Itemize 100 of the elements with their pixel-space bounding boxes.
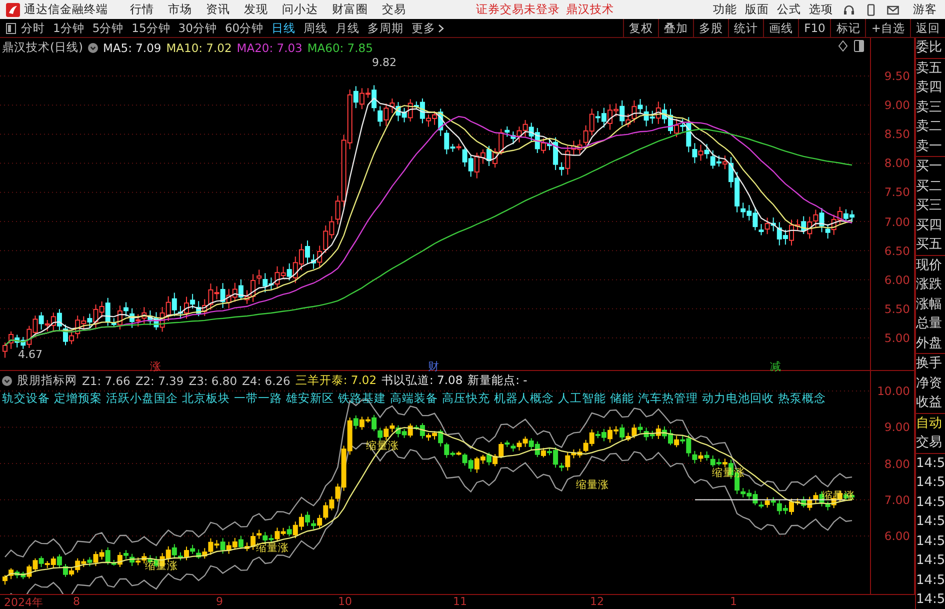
quote-label: 卖五	[916, 60, 943, 78]
price-tick: 5.50	[883, 302, 910, 316]
indicator-value: Z1: 7.66	[82, 374, 130, 388]
concept-tag[interactable]: 高压快充	[442, 391, 490, 406]
indicator-value: 三羊开泰: 7.02	[295, 373, 377, 388]
quote-label: 收益	[916, 394, 943, 412]
concept-tag[interactable]: 定增预案	[54, 391, 102, 406]
menu-item[interactable]: 财富圈	[332, 2, 368, 17]
price-tick: 6.50	[883, 244, 910, 258]
concept-tag[interactable]: 人工智能	[558, 391, 606, 406]
event-mark[interactable]: 减	[770, 359, 781, 374]
mail-icon[interactable]	[887, 4, 899, 16]
stock-name: 鼎汉技术	[566, 2, 614, 17]
menu-item[interactable]: 版面	[745, 2, 769, 17]
dropdown-icon[interactable]	[88, 42, 98, 52]
period-tab[interactable]: 30分钟	[178, 20, 217, 36]
quote-label: 买三	[916, 197, 943, 215]
concept-tag[interactable]: 轨交设备	[2, 391, 50, 406]
toolbar-button[interactable]: 多股	[693, 19, 728, 37]
user-label[interactable]: 游客	[913, 2, 937, 17]
quote-label: 外盘	[916, 334, 943, 352]
quote-label: 买一	[916, 158, 943, 176]
toolbar-button[interactable]: F10	[798, 19, 830, 37]
menu-item[interactable]: 问小达	[282, 2, 318, 17]
toolbar-button[interactable]: 画线	[763, 19, 798, 37]
trade-time: 14:5	[916, 572, 945, 590]
period-tab[interactable]: 周线	[304, 20, 328, 36]
toolbar-button[interactable]: +自选	[865, 19, 910, 37]
diamond-icon[interactable]	[838, 40, 848, 52]
auto-trade-toggle[interactable]: 自动	[916, 414, 945, 433]
quote-label: 卖一	[916, 138, 943, 156]
toolbar-button[interactable]: 统计	[728, 19, 764, 37]
period-tab[interactable]: 多周期	[368, 20, 404, 36]
period-tab[interactable]: 月线	[336, 20, 360, 36]
toolbar-button[interactable]: 标记	[830, 19, 866, 37]
more-button[interactable]: 更多	[412, 20, 436, 36]
quote-label: 卖二	[916, 118, 943, 136]
menu-item[interactable]: 功能	[713, 2, 737, 17]
price-tick: 8.50	[883, 127, 910, 142]
quote-label: 买五	[916, 236, 943, 254]
trade-time: 14:5	[916, 513, 945, 531]
dropdown-icon[interactable]	[2, 376, 12, 386]
chevron-right-icon[interactable]	[438, 24, 444, 32]
panel-toggle-icon[interactable]	[6, 22, 16, 34]
menu-item[interactable]: 行情	[130, 2, 154, 17]
menu-item[interactable]: 资讯	[206, 2, 230, 17]
signal-label: 缩量涨	[576, 478, 609, 492]
ma-value: MA10: 7.02	[166, 40, 232, 54]
period-tab[interactable]: 分时	[21, 20, 45, 36]
price-tick: 9.00	[883, 98, 910, 112]
date-label: 10	[338, 595, 352, 608]
concept-tag[interactable]: 雄安新区	[286, 391, 334, 406]
concept-tag[interactable]: 北京板块	[182, 391, 230, 406]
menu-item[interactable]: 交易	[382, 2, 406, 17]
headset-icon[interactable]	[843, 4, 855, 16]
date-label: 1	[730, 595, 737, 608]
period-tab[interactable]: 1分钟	[53, 20, 84, 36]
quote-label: 净资	[916, 374, 943, 392]
toolbar-button[interactable]: 返回	[910, 19, 945, 37]
price-annotation: 9.82	[372, 56, 396, 69]
event-mark[interactable]: 涨	[150, 359, 161, 374]
login-notice[interactable]: 证券交易未登录	[476, 2, 560, 17]
menu-item[interactable]: 发现	[244, 2, 268, 17]
price-tick: 8.00	[883, 456, 910, 470]
concept-tag[interactable]: 活跃小盘国企	[106, 391, 178, 406]
toolbar-button[interactable]: 复权	[623, 19, 658, 37]
price-annotation: 4.67	[18, 348, 42, 361]
period-tab[interactable]: 5分钟	[92, 20, 124, 36]
date-label: 12	[590, 595, 604, 608]
price-tick: 7.00	[883, 214, 910, 228]
concept-tag[interactable]: 动力电池回收	[702, 391, 774, 406]
concept-tag[interactable]: 机器人概念	[494, 391, 554, 406]
period-tab[interactable]: 15分钟	[132, 20, 170, 36]
concept-tag[interactable]: 储能	[610, 391, 634, 406]
panel-toggle-icon[interactable]	[854, 40, 864, 52]
price-tick: 8.00	[883, 156, 910, 170]
price-tick: 9.00	[883, 420, 910, 434]
app-title: 通达信金融终端	[24, 2, 108, 17]
menu-item[interactable]: 公式	[777, 2, 801, 17]
period-tab[interactable]: 60分钟	[224, 20, 264, 36]
menu-item[interactable]: 选项	[809, 2, 833, 17]
price-tick: 6.00	[883, 529, 910, 543]
period-tab[interactable]: 日线	[272, 20, 296, 36]
indicator-value: Z3: 6.80	[188, 374, 238, 388]
date-label: 11	[453, 595, 467, 608]
indicator-value: 新量能点: -	[468, 373, 528, 388]
indicator-value: Z2: 7.39	[135, 374, 184, 388]
ma-value: MA60: 7.85	[307, 40, 373, 54]
quote-label: 交易	[916, 434, 943, 452]
event-mark[interactable]: 财	[428, 359, 439, 374]
concept-tag[interactable]: 汽车热管理	[638, 391, 698, 406]
ma-value: MA5: 7.09	[102, 40, 162, 54]
price-tick: 9.50	[883, 69, 910, 83]
phone-icon[interactable]	[865, 4, 877, 16]
menu-item[interactable]: 市场	[168, 2, 192, 17]
toolbar-button[interactable]: 叠加	[658, 19, 694, 37]
concept-tag[interactable]: 一带一路	[234, 391, 282, 406]
concept-tag[interactable]: 热泵概念	[778, 391, 826, 406]
concept-tag[interactable]: 高端装备	[390, 391, 438, 406]
price-tick: 6.00	[883, 272, 910, 287]
